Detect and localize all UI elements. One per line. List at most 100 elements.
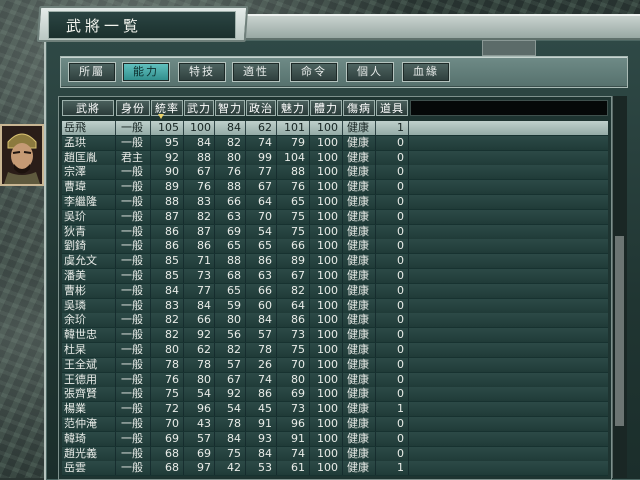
tab-bloodline[interactable]: 血緣 [402, 62, 450, 82]
cell-general: 孟珙 [64, 135, 86, 149]
header-intelligence[interactable]: 智力 [215, 100, 245, 116]
cell-war: 97 [197, 461, 211, 475]
cell-politics: 63 [258, 269, 272, 282]
tab-command[interactable]: 命令 [290, 62, 338, 82]
cell-politics: 65 [258, 239, 272, 253]
table-row[interactable]: 孟珙 一般 95 84 82 74 79 100 健康 0 [62, 135, 608, 151]
tab-special-skill[interactable]: 特技 [178, 62, 226, 82]
cell-charisma: 64 [291, 298, 305, 312]
cell-politics: 93 [258, 431, 272, 445]
table-row[interactable]: 張齊賢 一般 75 54 92 86 69 100 健康 0 [62, 387, 608, 403]
minimap[interactable] [482, 40, 536, 56]
cell-intelligence: 92 [227, 387, 241, 401]
cell-politics: 62 [258, 121, 272, 134]
cell-stamina: 100 [317, 313, 338, 327]
cell-charisma: 75 [291, 224, 305, 238]
header-general[interactable]: 武將 [62, 100, 114, 116]
cell-status: 一般 [121, 357, 143, 371]
table-row[interactable]: 楊業 一般 72 96 54 45 73 100 健康 1 [62, 402, 608, 418]
header-injury[interactable]: 傷病 [343, 100, 375, 116]
cell-intelligence: 66 [227, 195, 241, 208]
cell-politics: 78 [258, 343, 272, 356]
table-row[interactable]: 余玠 一般 82 66 80 84 86 100 健康 0 [62, 313, 608, 329]
cell-politics: 45 [258, 402, 272, 416]
header-charisma[interactable]: 魅力 [277, 100, 309, 116]
cell-war: 62 [197, 343, 211, 356]
cell-injury: 健康 [347, 446, 369, 460]
table-row[interactable]: 李繼隆 一般 88 83 66 64 65 100 健康 0 [62, 195, 608, 210]
table-row[interactable]: 潘美 一般 85 73 68 63 67 100 健康 0 [62, 269, 608, 284]
cell-war: 83 [197, 195, 211, 208]
table-row[interactable]: 虞允文 一般 85 71 88 86 89 100 健康 0 [62, 254, 608, 270]
table-row[interactable]: 宗澤 一般 90 67 76 77 88 100 健康 0 [62, 165, 608, 181]
title-scroll-decoration [245, 14, 640, 40]
header-status[interactable]: 身份 [116, 100, 150, 116]
cell-general: 王德用 [64, 372, 97, 386]
cell-politics: 67 [258, 180, 272, 194]
cell-item: 0 [397, 328, 404, 342]
table-row[interactable]: 趙匡胤 君主 92 88 80 99 104 100 健康 0 [62, 150, 608, 166]
cell-leadership: 72 [165, 402, 179, 416]
cell-leadership: 89 [165, 180, 179, 194]
cell-status: 一般 [121, 402, 143, 416]
table-row[interactable]: 王全斌 一般 78 78 57 26 70 100 健康 0 [62, 357, 608, 373]
tab-aptitude[interactable]: 適性 [232, 62, 280, 82]
cell-general: 楊業 [64, 402, 86, 416]
cell-general: 狄青 [64, 224, 86, 238]
cell-charisma: 61 [291, 461, 305, 475]
cell-injury: 健康 [347, 135, 369, 149]
table-row[interactable]: 韓琦 一般 69 57 84 93 91 100 健康 0 [62, 431, 608, 447]
cell-intelligence: 84 [227, 121, 241, 134]
cell-injury: 健康 [347, 269, 369, 282]
table-row[interactable]: 曹瑋 一般 89 76 88 67 76 100 健康 0 [62, 180, 608, 196]
cell-status: 一般 [121, 343, 143, 356]
cell-status: 一般 [121, 121, 143, 134]
cell-leadership: 86 [165, 239, 179, 253]
cell-politics: 26 [258, 357, 272, 371]
cell-injury: 健康 [347, 417, 369, 430]
cell-charisma: 104 [284, 150, 305, 164]
cell-intelligence: 54 [227, 402, 241, 416]
tab-ability[interactable]: 能力 [122, 62, 170, 82]
cell-injury: 健康 [347, 180, 369, 194]
table-row[interactable]: 王德用 一般 76 80 67 74 80 100 健康 0 [62, 372, 608, 388]
cell-politics: 91 [258, 417, 272, 430]
vertical-scrollbar[interactable] [612, 96, 627, 478]
header-war[interactable]: 武力 [184, 100, 214, 116]
tab-bar: 所屬 能力 特技 適性 命令 個人 血緣 [60, 56, 628, 88]
cell-general: 宗澤 [64, 165, 86, 179]
table-row[interactable]: 曹彬 一般 84 77 65 66 82 100 健康 0 [62, 283, 608, 299]
cell-charisma: 82 [291, 283, 305, 297]
cell-leadership: 85 [165, 254, 179, 268]
cell-stamina: 100 [317, 269, 338, 282]
table-row[interactable]: 范仲淹 一般 70 43 78 91 96 100 健康 0 [62, 417, 608, 432]
cell-war: 84 [197, 135, 211, 149]
table-row[interactable]: 趙光義 一般 68 69 75 84 74 100 健康 0 [62, 446, 608, 462]
table-row[interactable]: 岳雲 一般 68 97 42 53 61 100 健康 1 [62, 461, 608, 477]
table-row[interactable]: 狄青 一般 86 87 69 54 75 100 健康 0 [62, 224, 608, 240]
table-row[interactable]: 岳飛 一般 105 100 84 62 101 100 健康 1 [62, 121, 608, 136]
tab-personal[interactable]: 個人 [346, 62, 394, 82]
cell-intelligence: 82 [227, 343, 241, 356]
table-row[interactable]: 吳璘 一般 83 84 59 60 64 100 健康 0 [62, 298, 608, 314]
cell-intelligence: 63 [227, 209, 241, 223]
cell-war: 69 [197, 446, 211, 460]
header-leadership[interactable]: 統率 [151, 100, 183, 116]
cell-general: 李繼隆 [64, 195, 97, 208]
header-politics[interactable]: 政治 [246, 100, 276, 116]
cell-item: 0 [397, 283, 404, 297]
cell-item: 0 [397, 357, 404, 371]
header-stamina[interactable]: 體力 [310, 100, 342, 116]
cell-injury: 健康 [347, 224, 369, 238]
header-item[interactable]: 道具 [376, 100, 408, 116]
cell-stamina: 100 [317, 461, 338, 475]
scrollbar-thumb[interactable] [615, 236, 624, 426]
tab-affiliation[interactable]: 所屬 [68, 62, 116, 82]
table-row[interactable]: 劉錡 一般 86 86 65 65 66 100 健康 0 [62, 239, 608, 255]
cell-leadership: 83 [165, 298, 179, 312]
cell-item: 0 [397, 387, 404, 401]
cell-intelligence: 65 [227, 239, 241, 253]
table-row[interactable]: 吳玠 一般 87 82 63 70 75 100 健康 0 [62, 209, 608, 225]
table-row[interactable]: 杜杲 一般 80 62 82 78 75 100 健康 0 [62, 343, 608, 358]
table-row[interactable]: 韓世忠 一般 82 92 56 57 73 100 健康 0 [62, 328, 608, 344]
